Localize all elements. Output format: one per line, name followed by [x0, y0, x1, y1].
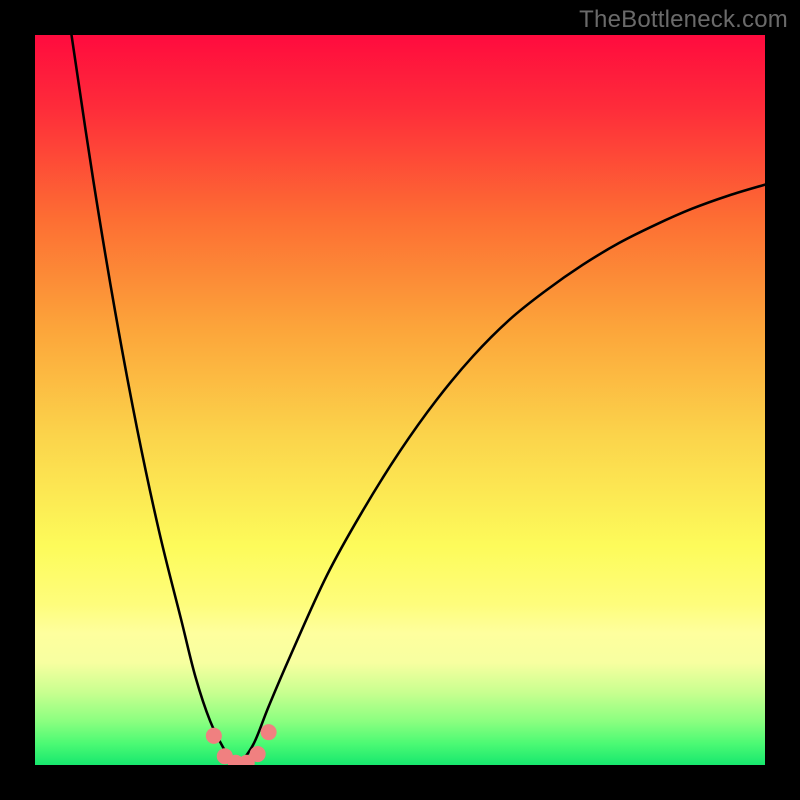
marker-dot	[250, 746, 266, 762]
marker-dot	[261, 724, 277, 740]
curve-right-branch	[239, 185, 765, 765]
curve-left-branch	[72, 35, 240, 765]
plot-area	[35, 35, 765, 765]
marker-dot	[206, 728, 222, 744]
chart-frame: TheBottleneck.com	[0, 0, 800, 800]
curve-layer	[35, 35, 765, 765]
watermark-text: TheBottleneck.com	[579, 6, 788, 34]
marker-cluster	[206, 724, 277, 765]
